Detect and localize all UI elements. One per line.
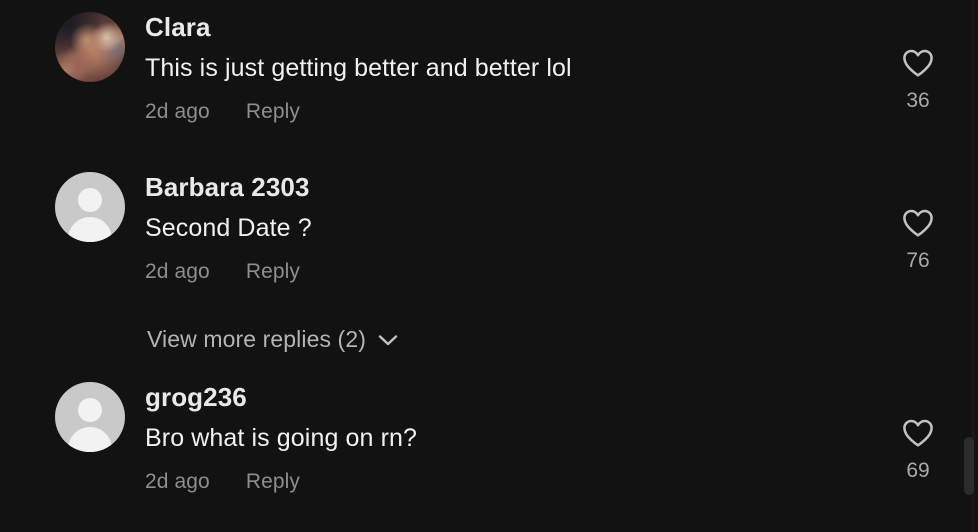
comment-text: Second Date ? bbox=[145, 214, 312, 243]
heart-icon[interactable] bbox=[902, 48, 934, 78]
comment-meta: 2d ago Reply bbox=[145, 259, 858, 284]
like-column: 69 bbox=[858, 370, 978, 483]
comment-username[interactable]: grog236 bbox=[145, 382, 858, 413]
avatar-person-body-icon bbox=[68, 217, 112, 242]
comment-meta: 2d ago Reply bbox=[145, 99, 858, 124]
reply-button[interactable]: Reply bbox=[246, 99, 300, 124]
scrollbar-thumb[interactable] bbox=[964, 437, 974, 495]
comment-text: Bro what is going on rn? bbox=[145, 424, 418, 453]
like-count: 69 bbox=[906, 459, 930, 482]
avatar[interactable] bbox=[55, 12, 125, 82]
comment-username[interactable]: Barbara 2303 bbox=[145, 172, 858, 203]
comment-timestamp: 2d ago bbox=[145, 100, 210, 124]
like-column: 76 bbox=[858, 160, 978, 273]
avatar[interactable] bbox=[55, 382, 125, 452]
like-count: 36 bbox=[906, 89, 930, 112]
reply-button[interactable]: Reply bbox=[246, 259, 300, 284]
avatar-person-body-icon bbox=[68, 427, 112, 452]
reply-button[interactable]: Reply bbox=[246, 469, 300, 494]
avatar-person-head-icon bbox=[78, 188, 102, 212]
comment-timestamp: 2d ago bbox=[145, 470, 210, 494]
comment-item[interactable]: Clara This is just getting better and be… bbox=[0, 0, 978, 160]
comment-item[interactable]: Barbara 2303 Second Date ? 2d ago Reply … bbox=[0, 160, 978, 310]
view-more-replies-label: View more replies (2) bbox=[147, 326, 366, 353]
heart-icon[interactable] bbox=[902, 418, 934, 448]
vertical-scrollbar[interactable] bbox=[964, 0, 974, 532]
comment-text: This is just getting better and better l… bbox=[145, 54, 572, 83]
avatar-person-head-icon bbox=[78, 398, 102, 422]
comment-item[interactable]: grog236 Bro what is going on rn? 2d ago … bbox=[0, 370, 978, 520]
view-more-replies-button[interactable]: View more replies (2) bbox=[0, 310, 978, 370]
like-count: 76 bbox=[906, 249, 930, 272]
comments-screen: Clara This is just getting better and be… bbox=[0, 0, 978, 532]
comment-list: Clara This is just getting better and be… bbox=[0, 0, 978, 520]
like-column: 36 bbox=[858, 0, 978, 113]
comment-body: Barbara 2303 Second Date ? 2d ago Reply bbox=[125, 160, 858, 285]
comment-username[interactable]: Clara bbox=[145, 12, 858, 43]
chevron-down-icon[interactable] bbox=[378, 334, 398, 347]
comment-body: Clara This is just getting better and be… bbox=[125, 0, 858, 125]
comment-meta: 2d ago Reply bbox=[145, 469, 858, 494]
comment-timestamp: 2d ago bbox=[145, 260, 210, 284]
avatar[interactable] bbox=[55, 172, 125, 242]
comment-body: grog236 Bro what is going on rn? 2d ago … bbox=[125, 370, 858, 495]
heart-icon[interactable] bbox=[902, 208, 934, 238]
